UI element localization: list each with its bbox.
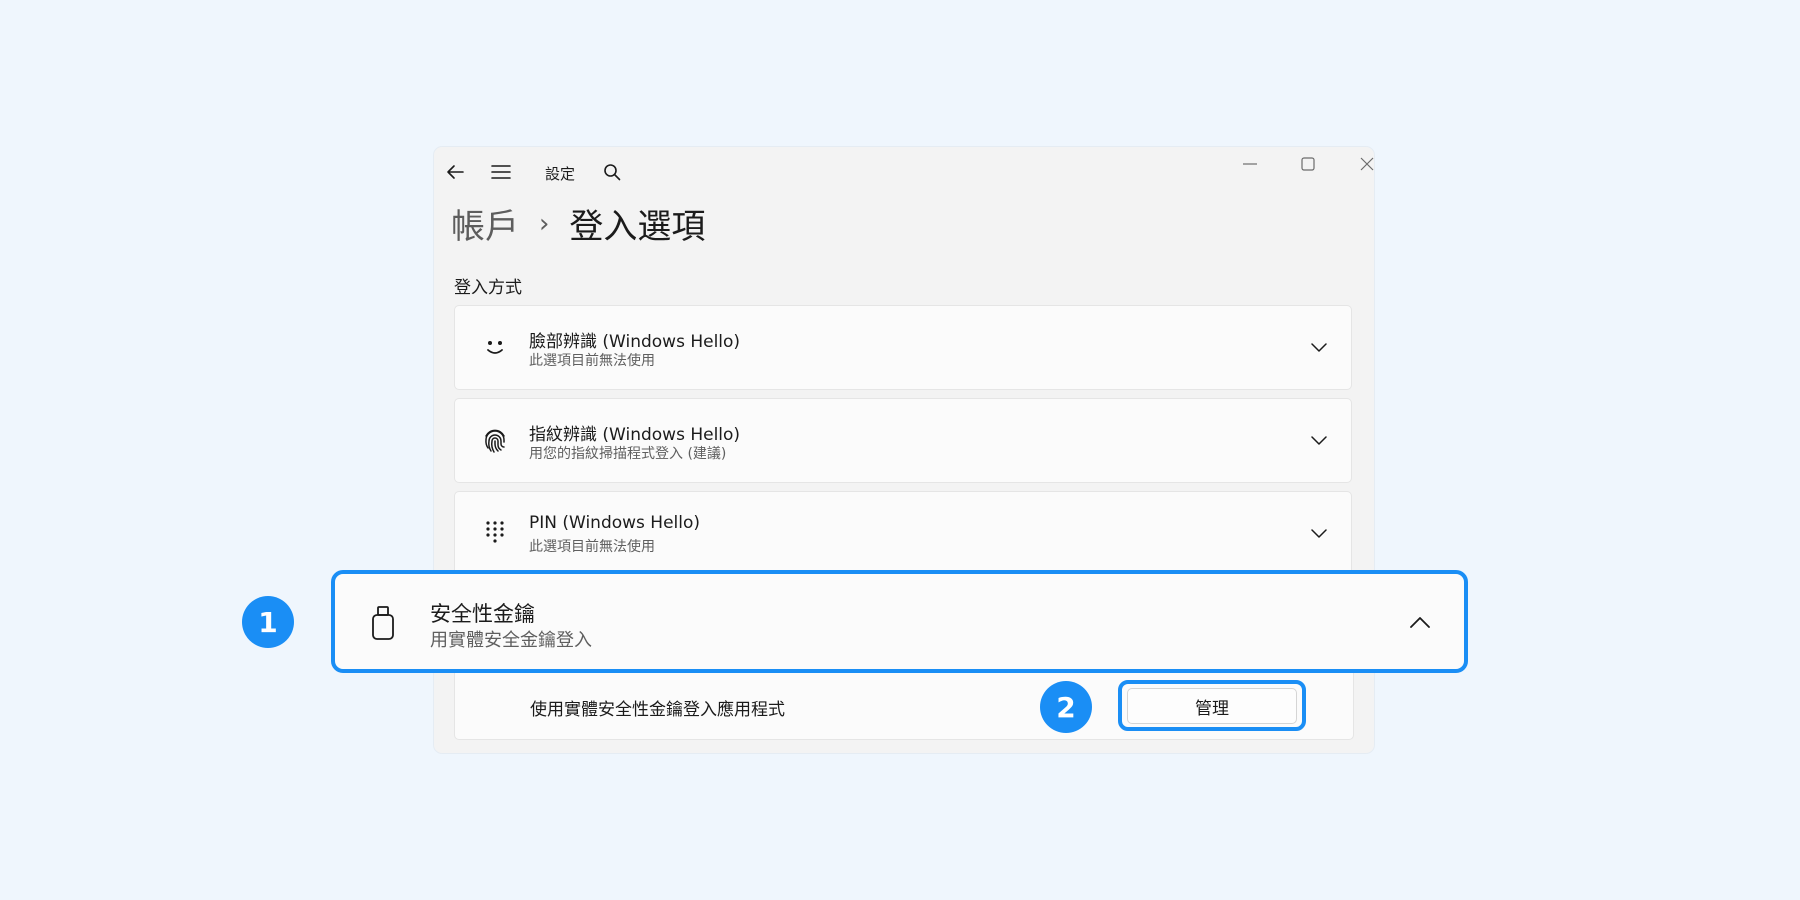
back-arrow-icon[interactable] bbox=[438, 157, 472, 187]
smiley-face-icon bbox=[475, 327, 515, 367]
fingerprint-icon bbox=[475, 420, 515, 460]
callout-badge-2: 2 bbox=[1040, 681, 1092, 733]
breadcrumb: 帳戶 › 登入選項 bbox=[451, 199, 705, 248]
callout-badge-1: 1 bbox=[242, 596, 294, 648]
page-title: 登入選項 bbox=[569, 207, 706, 247]
option-subtitle: 用實體安全金鑰登入 bbox=[430, 630, 592, 651]
breadcrumb-parent[interactable]: 帳戶 bbox=[451, 199, 519, 248]
option-title: 指紋辨識 (Windows Hello) bbox=[529, 425, 741, 445]
option-subtitle: 此選項目前無法使用 bbox=[529, 539, 655, 555]
option-subtitle: 用您的指紋掃描程式登入 (建議) bbox=[529, 446, 727, 462]
option-title: 臉部辨識 (Windows Hello) bbox=[529, 332, 741, 352]
sign-in-option-pin[interactable]: PIN (Windows Hello) 此選項目前無法使用 bbox=[454, 491, 1352, 576]
app-title: 設定 bbox=[545, 165, 576, 183]
breadcrumb-separator: › bbox=[539, 208, 550, 239]
pin-keypad-icon bbox=[475, 513, 515, 553]
chevron-up-icon[interactable] bbox=[1406, 610, 1434, 634]
option-subtitle: 此選項目前無法使用 bbox=[529, 353, 655, 369]
chevron-down-icon[interactable] bbox=[1305, 427, 1333, 455]
minimize-icon[interactable] bbox=[1232, 151, 1268, 177]
hamburger-menu-icon[interactable] bbox=[484, 157, 518, 187]
sign-in-option-security-key[interactable]: 安全性金鑰 用實體安全金鑰登入 bbox=[331, 570, 1468, 673]
manage-button[interactable]: 管理 bbox=[1127, 688, 1297, 724]
usb-security-key-icon bbox=[367, 606, 399, 640]
sign-in-option-face[interactable]: 臉部辨識 (Windows Hello) 此選項目前無法使用 bbox=[454, 305, 1352, 390]
option-title: 安全性金鑰 bbox=[430, 602, 535, 626]
security-key-description: 使用實體安全性金鑰登入應用程式 bbox=[530, 700, 785, 720]
chevron-down-icon[interactable] bbox=[1305, 520, 1333, 548]
search-icon[interactable] bbox=[595, 157, 629, 187]
chevron-down-icon[interactable] bbox=[1305, 334, 1333, 362]
option-title: PIN (Windows Hello) bbox=[529, 513, 701, 533]
close-icon[interactable] bbox=[1349, 151, 1385, 177]
maximize-icon[interactable] bbox=[1290, 151, 1326, 177]
sign-in-option-fingerprint[interactable]: 指紋辨識 (Windows Hello) 用您的指紋掃描程式登入 (建議) bbox=[454, 398, 1352, 483]
section-title: 登入方式 bbox=[454, 278, 522, 298]
